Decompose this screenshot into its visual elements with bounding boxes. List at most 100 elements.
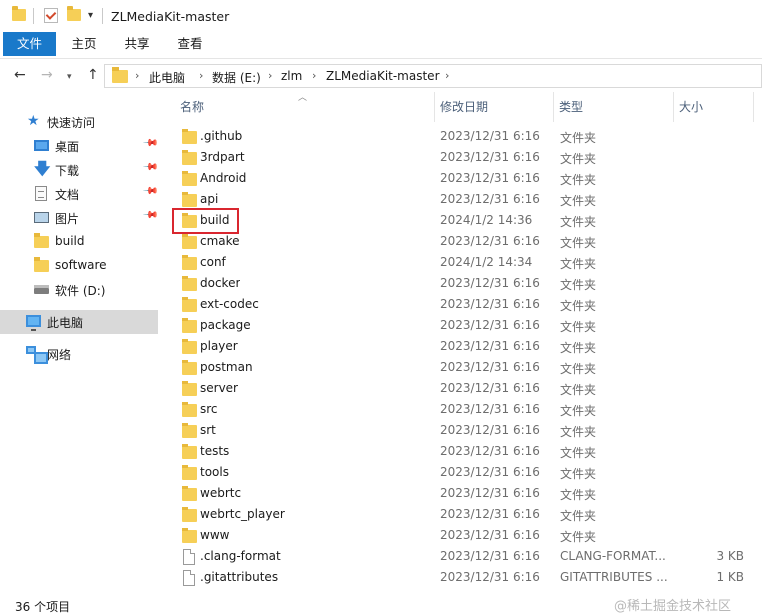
sidebar-item-label: 网络 <box>47 348 72 362</box>
file-row[interactable]: www 2023/12/31 6:16 文件夹 <box>174 526 762 547</box>
sidebar-item-label: software <box>55 258 107 272</box>
chevron-right-icon[interactable]: › <box>312 69 316 82</box>
computer-icon <box>26 315 41 331</box>
file-name: player <box>200 339 238 353</box>
chevron-right-icon[interactable]: › <box>445 69 449 82</box>
sidebar-item-label: build <box>55 234 85 248</box>
file-name: package <box>200 318 251 332</box>
folder-icon <box>34 233 49 248</box>
breadcrumb-this-pc[interactable]: 此电脑 <box>149 69 185 86</box>
file-row[interactable]: player 2023/12/31 6:16 文件夹 <box>174 337 762 358</box>
folder-icon <box>182 192 197 207</box>
file-type: 文件夹 <box>560 236 597 250</box>
sidebar-item-label: 此电脑 <box>47 316 84 330</box>
chevron-right-icon[interactable]: › <box>268 69 272 82</box>
sidebar-item-network[interactable]: 网络 <box>0 342 158 366</box>
sidebar-item-drive-d[interactable]: 软件 (D:) <box>0 278 158 302</box>
file-row[interactable]: tools 2023/12/31 6:16 文件夹 <box>174 463 762 484</box>
column-header-size[interactable]: 大小 <box>673 94 753 122</box>
sidebar-item-downloads[interactable]: 🡇 下载 📌 <box>0 158 159 182</box>
file-row[interactable]: srt 2023/12/31 6:16 文件夹 <box>174 421 762 442</box>
sidebar-item-label: 软件 (D:) <box>55 284 106 298</box>
pin-icon[interactable]: 📌 <box>142 183 159 200</box>
file-date: 2023/12/31 6:16 <box>440 402 540 416</box>
navigation-pane: ★ 快速访问 桌面 📌 🡇 下载 📌 文档 📌 图片 📌 build softw… <box>0 92 160 595</box>
file-type: 文件夹 <box>560 320 597 334</box>
file-row[interactable]: .clang-format 2023/12/31 6:16 CLANG-FORMAT… <box>174 547 762 568</box>
tab-share[interactable]: 共享 <box>113 32 161 56</box>
chevron-right-icon[interactable]: › <box>135 69 139 82</box>
file-type: 文件夹 <box>560 383 597 397</box>
file-date: 2023/12/31 6:16 <box>440 549 540 563</box>
column-header-type[interactable]: 类型 <box>553 94 673 122</box>
file-row[interactable]: webrtc_player 2023/12/31 6:16 文件夹 <box>174 505 762 526</box>
folder-icon <box>182 129 197 144</box>
sidebar-item-label: 图片 <box>55 212 80 226</box>
pin-icon[interactable]: 📌 <box>142 159 159 176</box>
recent-locations-icon[interactable]: ▾ <box>67 72 72 82</box>
file-type: 文件夹 <box>560 425 597 439</box>
file-row[interactable]: .github 2023/12/31 6:16 文件夹 <box>174 127 762 148</box>
desktop-icon <box>34 140 49 151</box>
address-bar[interactable]: › 此电脑 › 数据 (E:) › zlm › ZLMediaKit-maste… <box>104 64 762 88</box>
item-count: 36 个项目 <box>15 600 71 614</box>
file-row[interactable]: .gitattributes 2023/12/31 6:16 GITATTRIBUT… <box>174 568 762 589</box>
file-row[interactable]: build 2024/1/2 14:36 文件夹 <box>174 211 762 232</box>
file-row[interactable]: src 2023/12/31 6:16 文件夹 <box>174 400 762 421</box>
tab-view[interactable]: 查看 <box>166 32 214 56</box>
file-row[interactable]: webrtc 2023/12/31 6:16 文件夹 <box>174 484 762 505</box>
file-name: Android <box>200 171 247 185</box>
chevron-right-icon[interactable]: › <box>199 69 203 82</box>
file-row[interactable]: 3rdpart 2023/12/31 6:16 文件夹 <box>174 148 762 169</box>
folder-icon <box>34 257 49 272</box>
file-row[interactable]: Android 2023/12/31 6:16 文件夹 <box>174 169 762 190</box>
file-type: 文件夹 <box>560 341 597 355</box>
tab-file[interactable]: 文件 <box>3 32 56 56</box>
file-date: 2023/12/31 6:16 <box>440 423 540 437</box>
column-divider[interactable] <box>753 92 754 122</box>
sidebar-item-this-pc[interactable]: 此电脑 <box>0 310 158 334</box>
file-type: 文件夹 <box>560 173 597 187</box>
sidebar-item-quick-access[interactable]: ★ 快速访问 <box>0 110 158 134</box>
file-type: 文件夹 <box>560 194 597 208</box>
properties-icon[interactable] <box>44 8 58 23</box>
new-folder-icon[interactable] <box>67 6 81 21</box>
file-date: 2023/12/31 6:16 <box>440 297 540 311</box>
back-arrow-icon[interactable]: ← <box>14 67 26 83</box>
file-row[interactable]: conf 2024/1/2 14:34 文件夹 <box>174 253 762 274</box>
tab-home[interactable]: 主页 <box>60 32 108 56</box>
breadcrumb-drive-e[interactable]: 数据 (E:) <box>212 69 261 86</box>
pin-icon[interactable]: 📌 <box>142 135 159 152</box>
file-row[interactable]: tests 2023/12/31 6:16 文件夹 <box>174 442 762 463</box>
file-name: postman <box>200 360 253 374</box>
file-type: 文件夹 <box>560 488 597 502</box>
breadcrumb-zlm[interactable]: zlm <box>281 69 302 83</box>
window-title: ZLMediaKit-master <box>111 9 230 24</box>
forward-arrow-icon[interactable]: → <box>41 67 53 83</box>
customize-toolbar-icon[interactable]: ▾ <box>88 10 93 21</box>
column-header-date[interactable]: 修改日期 <box>434 94 553 122</box>
file-row[interactable]: package 2023/12/31 6:16 文件夹 <box>174 316 762 337</box>
file-date: 2023/12/31 6:16 <box>440 381 540 395</box>
sidebar-item-label: 快速访问 <box>47 116 96 130</box>
file-row[interactable]: ext-codec 2023/12/31 6:16 文件夹 <box>174 295 762 316</box>
file-name: api <box>200 192 219 206</box>
sidebar-item-pictures[interactable]: 图片 📌 <box>0 206 159 230</box>
pin-icon[interactable]: 📌 <box>142 207 159 224</box>
file-row[interactable]: docker 2023/12/31 6:16 文件夹 <box>174 274 762 295</box>
sidebar-item-documents[interactable]: 文档 📌 <box>0 182 159 206</box>
file-name: tools <box>200 465 229 479</box>
file-date: 2023/12/31 6:16 <box>440 318 540 332</box>
folder-icon <box>182 339 197 354</box>
file-row[interactable]: server 2023/12/31 6:16 文件夹 <box>174 379 762 400</box>
sidebar-item-build[interactable]: build <box>0 230 158 254</box>
download-icon: 🡇 <box>34 159 51 178</box>
sidebar-item-software[interactable]: software <box>0 254 158 278</box>
up-arrow-icon[interactable]: ↑ <box>87 67 99 83</box>
column-header-name[interactable]: 名称 <box>174 94 434 122</box>
breadcrumb-current[interactable]: ZLMediaKit-master <box>326 69 440 83</box>
file-row[interactable]: postman 2023/12/31 6:16 文件夹 <box>174 358 762 379</box>
file-row[interactable]: api 2023/12/31 6:16 文件夹 <box>174 190 762 211</box>
file-row[interactable]: cmake 2023/12/31 6:16 文件夹 <box>174 232 762 253</box>
sidebar-item-desktop[interactable]: 桌面 📌 <box>0 134 159 158</box>
